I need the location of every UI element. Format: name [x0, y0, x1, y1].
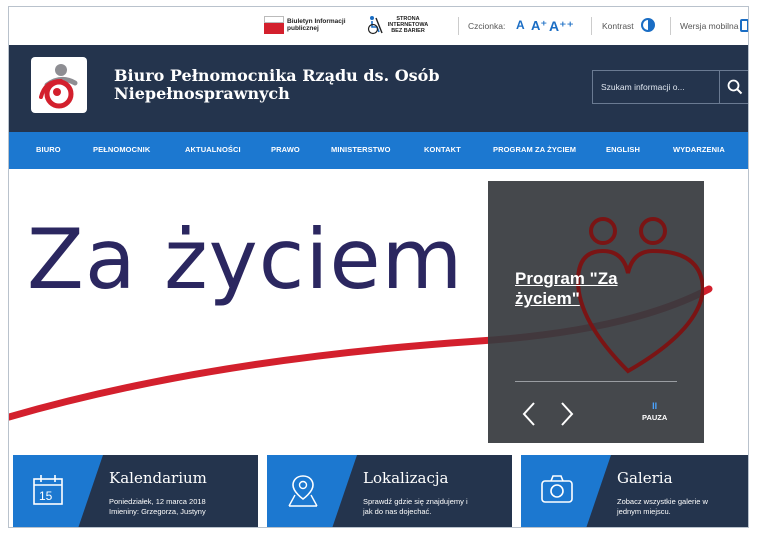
card-desc-line2: jednym miejscu.: [617, 507, 671, 516]
nav-item-prawo[interactable]: PRAWO: [271, 145, 300, 154]
slide-divider: [515, 381, 677, 382]
site-title-line1: Biuro Pełnomocnika Rządu ds. Osób: [114, 66, 440, 85]
card-desc-line1: Sprawdź gdzie się znajdujemy i: [363, 497, 468, 506]
search-icon: [727, 79, 742, 95]
card-description: Zobacz wszystkie galerie w jednym miejsc…: [617, 497, 748, 517]
mobile-phone-icon[interactable]: [740, 19, 748, 32]
card-description: Poniedziałek, 12 marca 2018 Imieniny: Gr…: [109, 497, 249, 517]
calendar-icon: 15: [31, 473, 65, 512]
site-header: Biuro Pełnomocnika Rządu ds. Osób Niepeł…: [9, 45, 748, 132]
site-logo[interactable]: [31, 57, 87, 113]
hero-slider: Za życiem Program "Za życiem" II PAUZA: [9, 169, 748, 449]
mobile-version-link[interactable]: Wersja mobilna: [680, 21, 738, 31]
divider: [591, 17, 592, 35]
utility-bar: Biuletyn Informacji publicznej STRONA IN…: [9, 7, 748, 45]
slider-panel: Program "Za życiem" II PAUZA: [488, 181, 704, 443]
slide-title-line2: życiem": [515, 289, 580, 308]
card-desc-line2: Imieniny: Grzegorza, Justyny: [109, 507, 206, 516]
slider-pause-button[interactable]: II PAUZA: [642, 401, 667, 422]
bip-label: Biuletyn Informacji publicznej: [287, 18, 346, 32]
site-title[interactable]: Biuro Pełnomocnika Rządu ds. Osób Niepeł…: [114, 67, 474, 103]
nav-item-kontakt[interactable]: KONTAKT: [424, 145, 461, 154]
search-input[interactable]: [593, 71, 719, 103]
slide-title-line1: Program "Za: [515, 269, 618, 288]
card-desc-line2: jak do nas dojechać.: [363, 507, 432, 516]
card-title: Lokalizacja: [363, 469, 449, 487]
logo-icon: [39, 64, 78, 109]
card-description: Sprawdź gdzie się znajdujemy i jak do na…: [363, 497, 503, 517]
bip-link[interactable]: Biuletyn Informacji publicznej: [264, 16, 349, 34]
search-button[interactable]: [719, 71, 748, 103]
card-galeria[interactable]: Galeria Zobacz wszystkie galerie w jedny…: [521, 455, 748, 527]
slide-title-link[interactable]: Program "Za życiem": [515, 269, 618, 309]
camera-icon: [539, 473, 575, 510]
font-size-label: Czcionka:: [468, 21, 506, 31]
card-desc-line1: Zobacz wszystkie galerie w: [617, 497, 708, 506]
nav-item-wydarzenia[interactable]: WYDARZENIA: [673, 145, 725, 154]
card-title: Galeria: [617, 469, 673, 487]
accessibility-site-label: STRONA INTERNETOWA BEZ BARIER: [387, 16, 429, 34]
slider-next-button[interactable]: [554, 399, 578, 429]
contrast-label[interactable]: Kontrast: [602, 21, 634, 31]
nav-item-pelnomocnik[interactable]: PEŁNOMOCNIK: [93, 145, 150, 154]
font-size-large-button[interactable]: A⁺: [531, 18, 547, 34]
font-size-normal-button[interactable]: A: [516, 18, 525, 32]
chevron-left-icon: [522, 402, 535, 426]
slider-prev-button[interactable]: [518, 399, 542, 429]
font-size-xlarge-button[interactable]: A⁺⁺: [549, 18, 574, 35]
accessibility-site-link[interactable]: STRONA INTERNETOWA BEZ BARIER: [366, 15, 429, 35]
nav-item-aktualnosci[interactable]: AKTUALNOŚCI: [185, 145, 241, 154]
wheelchair-icon: [367, 16, 383, 35]
pause-icon: II: [652, 401, 658, 411]
divider: [458, 17, 459, 35]
nav-item-english[interactable]: ENGLISH: [606, 145, 640, 154]
site-title-line2: Niepełnosprawnych: [114, 84, 290, 103]
nav-item-program-za-zyciem[interactable]: PROGRAM ZA ŻYCIEM: [493, 145, 576, 154]
card-kalendarium[interactable]: 15 Kalendarium Poniedziałek, 12 marca 20…: [13, 455, 258, 527]
chevron-right-icon: [561, 402, 574, 426]
map-pin-icon: [285, 473, 321, 514]
pause-label: PAUZA: [642, 413, 668, 422]
card-lokalizacja[interactable]: Lokalizacja Sprawdź gdzie się znajdujemy…: [267, 455, 512, 527]
browser-page: Biuletyn Informacji publicznej STRONA IN…: [8, 6, 749, 528]
main-nav: BIURO PEŁNOMOCNIK AKTUALNOŚCI PRAWO MINI…: [9, 132, 748, 169]
nav-item-ministerstwo[interactable]: MINISTERSTWO: [331, 145, 391, 154]
bip-flag-icon: [264, 16, 284, 34]
search-box: [592, 70, 748, 104]
card-title: Kalendarium: [109, 469, 207, 487]
divider: [670, 17, 671, 35]
card-desc-line1: Poniedziałek, 12 marca 2018: [109, 497, 206, 506]
nav-item-biuro[interactable]: BIURO: [36, 145, 61, 154]
calendar-day: 15: [39, 489, 53, 503]
contrast-icon[interactable]: [641, 18, 655, 32]
